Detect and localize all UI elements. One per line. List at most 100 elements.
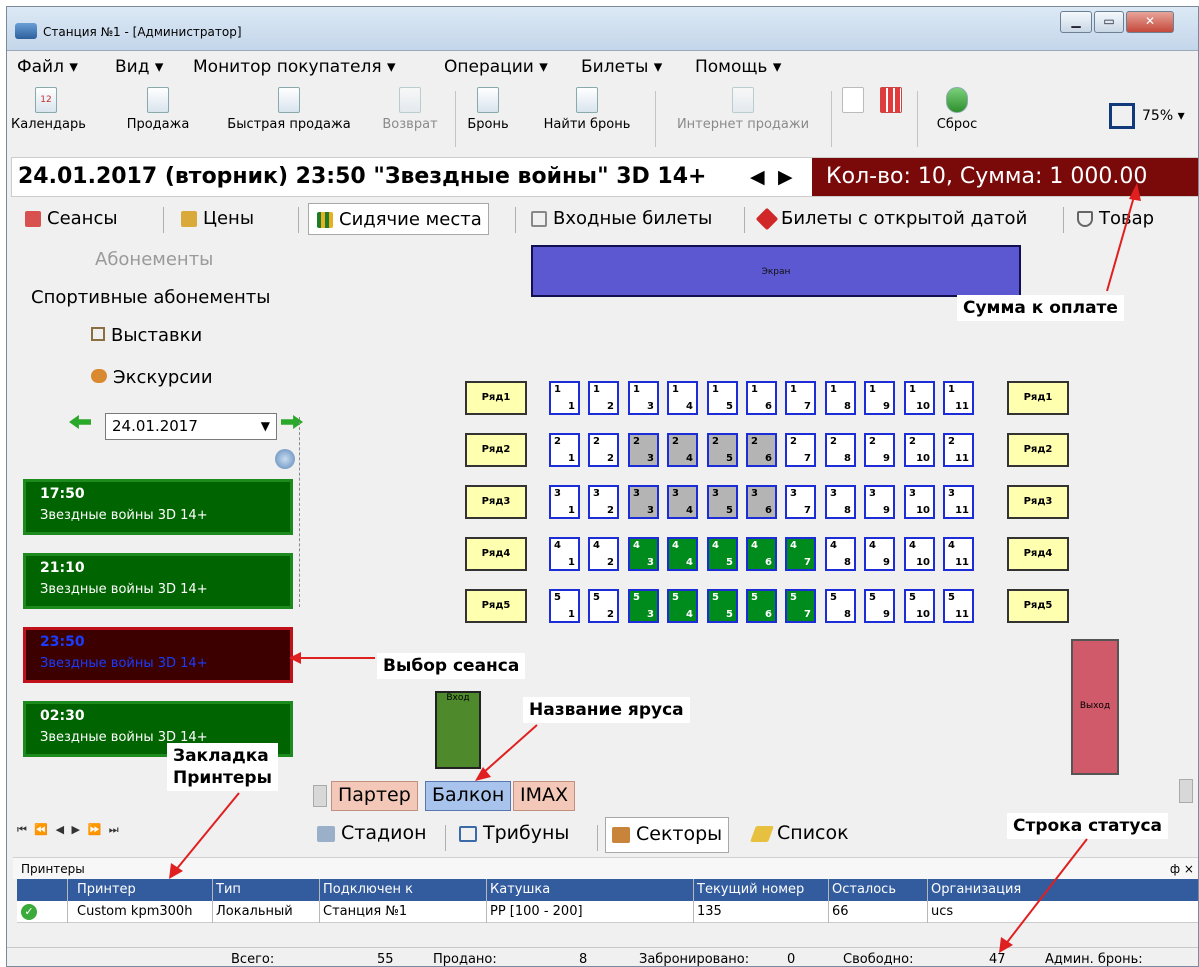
seat[interactable]: 37	[785, 485, 816, 519]
zoom-fit-icon[interactable]	[1109, 103, 1135, 129]
tier-tab-imax[interactable]: IMAX	[513, 781, 576, 811]
internet-sales-button[interactable]: Интернет продажи	[665, 87, 821, 132]
seat[interactable]: 55	[707, 589, 738, 623]
seat[interactable]: 23	[628, 433, 659, 467]
seat[interactable]: 35	[707, 485, 738, 519]
seat[interactable]: 15	[707, 381, 738, 415]
seat[interactable]: 5 11	[943, 589, 974, 623]
seat[interactable]: 49	[864, 537, 895, 571]
session-item[interactable]: 21:10 Звездные войны 3D 14+	[23, 553, 293, 609]
seat[interactable]: 59	[864, 589, 895, 623]
seat[interactable]: 26	[746, 433, 777, 467]
seat[interactable]: 19	[864, 381, 895, 415]
tab-prices[interactable]: Цены	[173, 203, 260, 235]
sport-subscriptions-item[interactable]: Спортивные абонементы	[31, 287, 270, 308]
record-navigator[interactable]: ⏮ ⏪ ◀ ▶ ⏩ ⏭	[17, 823, 121, 837]
seat[interactable]: 16	[746, 381, 777, 415]
map-mode-list[interactable]: Список	[747, 817, 855, 853]
excursions-item[interactable]: Экскурсии	[91, 367, 213, 388]
menu-operations[interactable]: Операции ▾	[444, 57, 548, 77]
column-header[interactable]: Подключен к	[323, 882, 413, 897]
seat[interactable]: 13	[628, 381, 659, 415]
session-item[interactable]: 17:50 Звездные войны 3D 14+	[23, 479, 293, 535]
seat[interactable]: 47	[785, 537, 816, 571]
menu-file[interactable]: Файл ▾	[17, 57, 78, 77]
seat[interactable]: 33	[628, 485, 659, 519]
reset-button[interactable]: Сброс	[927, 87, 987, 132]
calendar-button[interactable]: 12 Календарь	[11, 87, 86, 132]
seat[interactable]: 1 10	[904, 381, 935, 415]
seat[interactable]: 44	[667, 537, 698, 571]
column-header[interactable]: Осталось	[832, 882, 896, 897]
seat[interactable]: 2 11	[943, 433, 974, 467]
map-mode-stadium[interactable]: Стадион	[311, 817, 433, 853]
prev-date-arrow-icon[interactable]	[69, 415, 91, 429]
seat[interactable]: 31	[549, 485, 580, 519]
seat[interactable]: 56	[746, 589, 777, 623]
panel-pin-close[interactable]: ф ×	[1170, 858, 1194, 880]
scroll-left-button[interactable]	[313, 785, 327, 807]
color-grid-button[interactable]	[879, 87, 903, 117]
tab-sessions[interactable]: Сеансы	[17, 203, 124, 235]
seat[interactable]: 21	[549, 433, 580, 467]
find-booking-button[interactable]: Найти бронь	[535, 87, 639, 132]
column-header[interactable]: Организация	[931, 882, 1021, 897]
splitter-handle[interactable]	[299, 417, 305, 607]
seat[interactable]: 57	[785, 589, 816, 623]
seat[interactable]: 3 11	[943, 485, 974, 519]
seat[interactable]: 36	[746, 485, 777, 519]
exhibitions-item[interactable]: Выставки	[91, 325, 202, 346]
tier-tab-balcony[interactable]: Балкон	[425, 781, 512, 811]
seat[interactable]: 1 11	[943, 381, 974, 415]
seat[interactable]: 51	[549, 589, 580, 623]
column-header[interactable]: Тип	[216, 882, 241, 897]
menu-tickets[interactable]: Билеты ▾	[581, 57, 662, 77]
seat[interactable]: 54	[667, 589, 698, 623]
quick-sale-button[interactable]: Быстрая продажа	[221, 87, 357, 132]
sale-button[interactable]: Продажа	[123, 87, 193, 132]
prev-session-button[interactable]: ◀	[750, 166, 765, 188]
seat[interactable]: 53	[628, 589, 659, 623]
session-item-selected[interactable]: 23:50 Звездные войны 3D 14+	[23, 627, 293, 683]
seat[interactable]: 3 10	[904, 485, 935, 519]
seat[interactable]: 52	[588, 589, 619, 623]
column-header[interactable]: Текущий номер	[697, 882, 804, 897]
table-row[interactable]: ✓ Custom kpm300h Локальный Станция №1 PP…	[17, 901, 1198, 923]
seat[interactable]: 32	[588, 485, 619, 519]
seat[interactable]: 14	[667, 381, 698, 415]
seat[interactable]: 18	[825, 381, 856, 415]
maximize-button[interactable]: ▭	[1094, 11, 1124, 33]
map-mode-sectors[interactable]: Секторы	[605, 817, 730, 853]
menu-customer-monitor[interactable]: Монитор покупателя ▾	[193, 57, 396, 77]
subscriptions-item[interactable]: Абонементы	[95, 249, 213, 270]
seat[interactable]: 29	[864, 433, 895, 467]
seat[interactable]: 25	[707, 433, 738, 467]
seat[interactable]: 43	[628, 537, 659, 571]
seat[interactable]: 4 10	[904, 537, 935, 571]
seat[interactable]: 4 11	[943, 537, 974, 571]
seat[interactable]: 24	[667, 433, 698, 467]
seat[interactable]: 12	[588, 381, 619, 415]
minimize-button[interactable]: ▁	[1060, 11, 1092, 33]
seat[interactable]: 28	[825, 433, 856, 467]
menu-help[interactable]: Помощь ▾	[695, 57, 781, 77]
column-header[interactable]: Катушка	[490, 882, 550, 897]
seat[interactable]: 17	[785, 381, 816, 415]
seat[interactable]: 38	[825, 485, 856, 519]
seat[interactable]: 34	[667, 485, 698, 519]
menu-view[interactable]: Вид ▾	[115, 57, 163, 77]
seat[interactable]: 58	[825, 589, 856, 623]
seat[interactable]: 11	[549, 381, 580, 415]
seat[interactable]: 5 10	[904, 589, 935, 623]
seat[interactable]: 48	[825, 537, 856, 571]
close-button[interactable]: ✕	[1126, 11, 1174, 33]
refresh-icon[interactable]	[275, 449, 295, 469]
tab-goods[interactable]: Товар	[1069, 203, 1160, 235]
tab-entry-tickets[interactable]: Входные билеты	[523, 203, 718, 235]
booking-button[interactable]: Бронь	[463, 87, 513, 132]
tier-tab-parterre[interactable]: Партер	[331, 781, 418, 811]
seat[interactable]: 45	[707, 537, 738, 571]
tab-open-date-tickets[interactable]: Билеты с открытой датой	[751, 203, 1033, 235]
seat[interactable]: 39	[864, 485, 895, 519]
zoom-select[interactable]: 75% ▾	[1142, 108, 1185, 124]
